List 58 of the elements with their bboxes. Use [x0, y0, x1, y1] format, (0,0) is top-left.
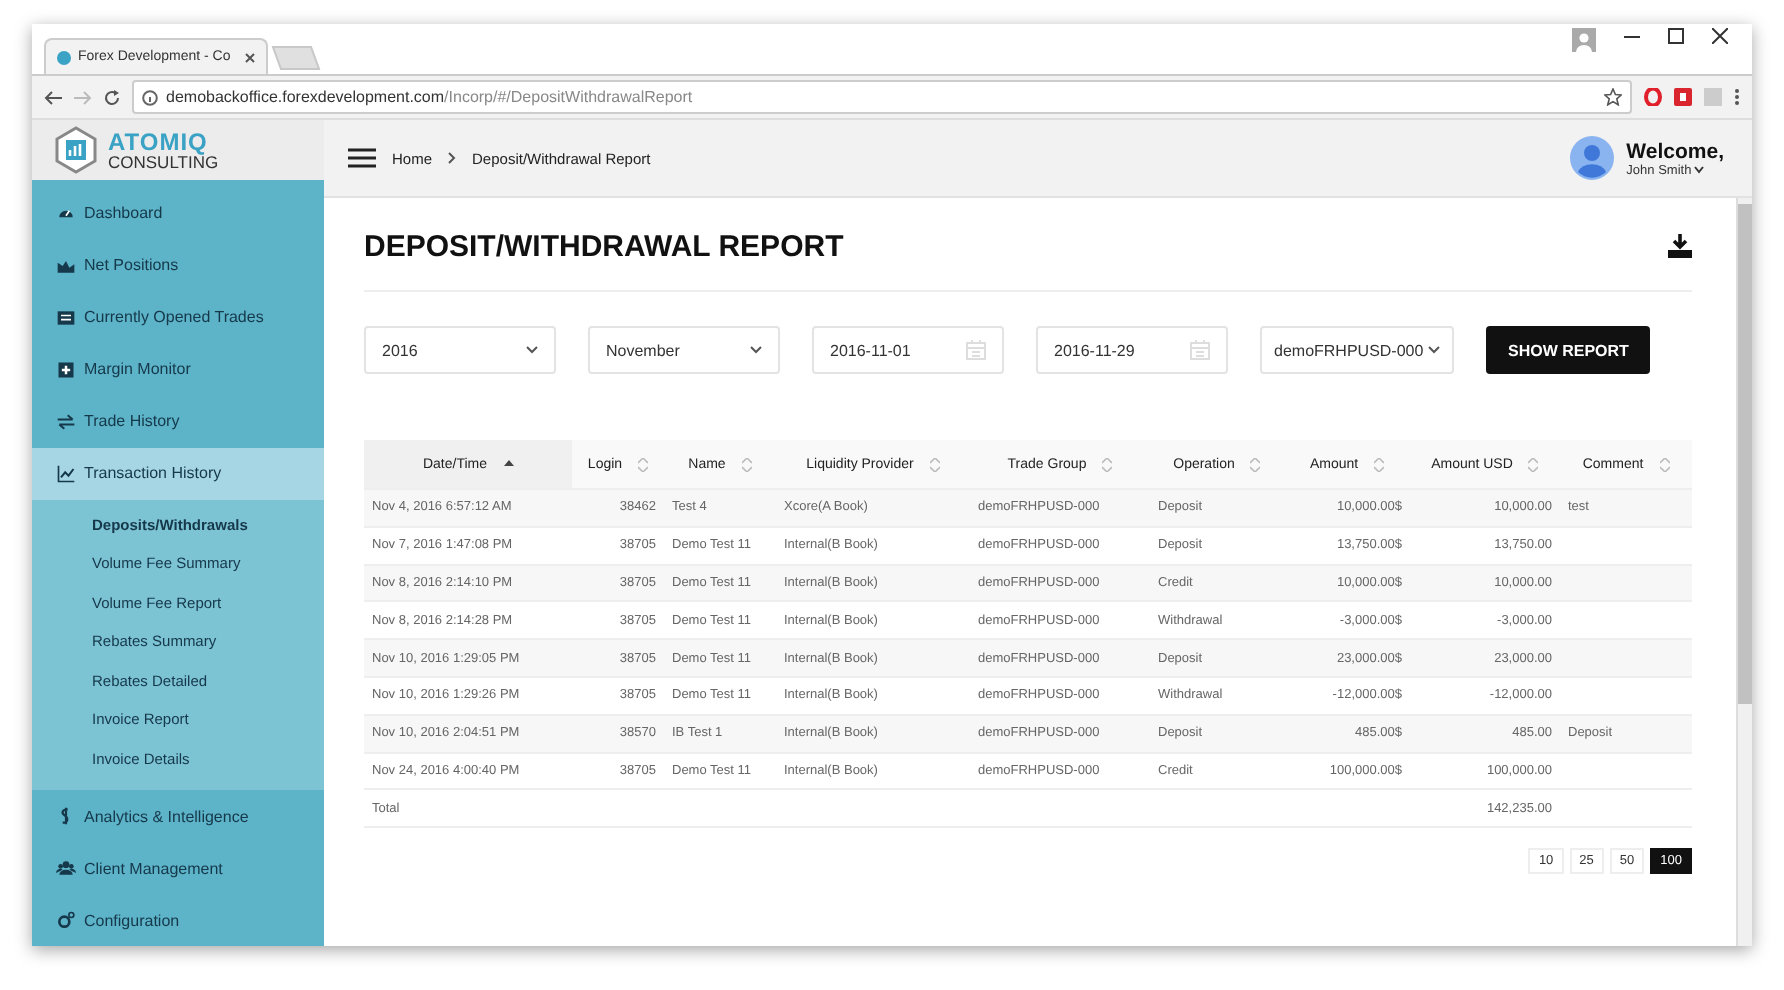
forward-icon — [74, 89, 92, 105]
sort-icon — [741, 457, 752, 471]
sidebar-item[interactable]: Analytics & Intelligence — [32, 790, 324, 842]
calendar-icon — [1190, 340, 1210, 360]
sort-icon — [1374, 457, 1385, 471]
page-title: DEPOSIT/WITHDRAWAL REPORT — [364, 229, 844, 263]
sort-icon — [1659, 457, 1670, 471]
plus-square-icon — [56, 359, 76, 379]
url-text: demobackoffice.forexdevelopment.com/Incorp/#/DepositWithdrawalReport — [166, 88, 693, 106]
sort-ascending-icon — [503, 457, 514, 471]
close-icon[interactable] — [1712, 28, 1728, 44]
sidebar-item[interactable]: Dashboard — [32, 187, 324, 239]
chevron-icon — [448, 152, 457, 164]
calendar-icon — [966, 340, 986, 360]
logo-subtitle: CONSULTING — [108, 153, 219, 170]
menu-icon[interactable] — [1734, 88, 1740, 106]
sort-icon — [929, 457, 940, 471]
show-report-button[interactable]: SHOW REPORT — [1486, 326, 1651, 374]
avatar-icon[interactable] — [1570, 136, 1615, 180]
dropdown[interactable]: demoFRHPUSD-000 — [1260, 326, 1454, 374]
sort-icon — [1528, 457, 1539, 471]
chevron-icon — [750, 346, 762, 354]
sidebar-item[interactable]: Margin Monitor — [32, 343, 324, 395]
scrollbar[interactable] — [1736, 198, 1752, 946]
line-chart-icon — [56, 463, 76, 483]
address-field[interactable]: demobackoffice.forexdevelopment.com/Incorp/#/DepositWithdrawalReport — [132, 80, 1632, 114]
sidebar-item[interactable]: Currently Opened Trades — [32, 291, 324, 343]
caret-icon — [1693, 166, 1704, 174]
close-icon[interactable] — [244, 51, 256, 63]
sidebar-item[interactable]: Trade History — [32, 395, 324, 447]
info-icon — [142, 89, 158, 105]
chevron-icon — [1428, 346, 1440, 354]
back-icon[interactable] — [44, 89, 62, 105]
sidebar-item[interactable]: Transaction History — [32, 447, 324, 499]
sidebar-item[interactable]: Net Positions — [32, 239, 324, 291]
dropdown[interactable]: November — [588, 326, 780, 374]
users-icon — [56, 858, 76, 878]
maximize-icon[interactable] — [1668, 28, 1684, 44]
welcome-text: Welcome, — [1626, 139, 1724, 163]
logo-text: ATOMIQ — [108, 129, 210, 153]
chevron-icon — [526, 346, 538, 354]
dropdown[interactable]: 2016 — [364, 326, 556, 374]
date-field[interactable]: 2016-11-01 — [812, 326, 1004, 374]
sort-icon — [1102, 457, 1113, 471]
sort-icon — [1250, 457, 1261, 471]
sidebar-item[interactable]: Client Management — [32, 842, 324, 894]
date-field[interactable]: 2016-11-29 — [1036, 326, 1228, 374]
download-icon[interactable] — [1668, 234, 1692, 258]
menu-icon[interactable] — [348, 148, 376, 168]
star-icon[interactable] — [1604, 88, 1622, 106]
logo-icon — [52, 125, 100, 174]
reload-icon[interactable] — [104, 89, 120, 105]
list-icon — [56, 307, 76, 327]
sort-icon — [638, 457, 649, 471]
exchange-icon — [56, 411, 76, 431]
sidebar-item[interactable]: Configuration — [32, 894, 324, 946]
scrollbar-thumb[interactable] — [1738, 204, 1752, 704]
site-icon — [56, 49, 72, 65]
